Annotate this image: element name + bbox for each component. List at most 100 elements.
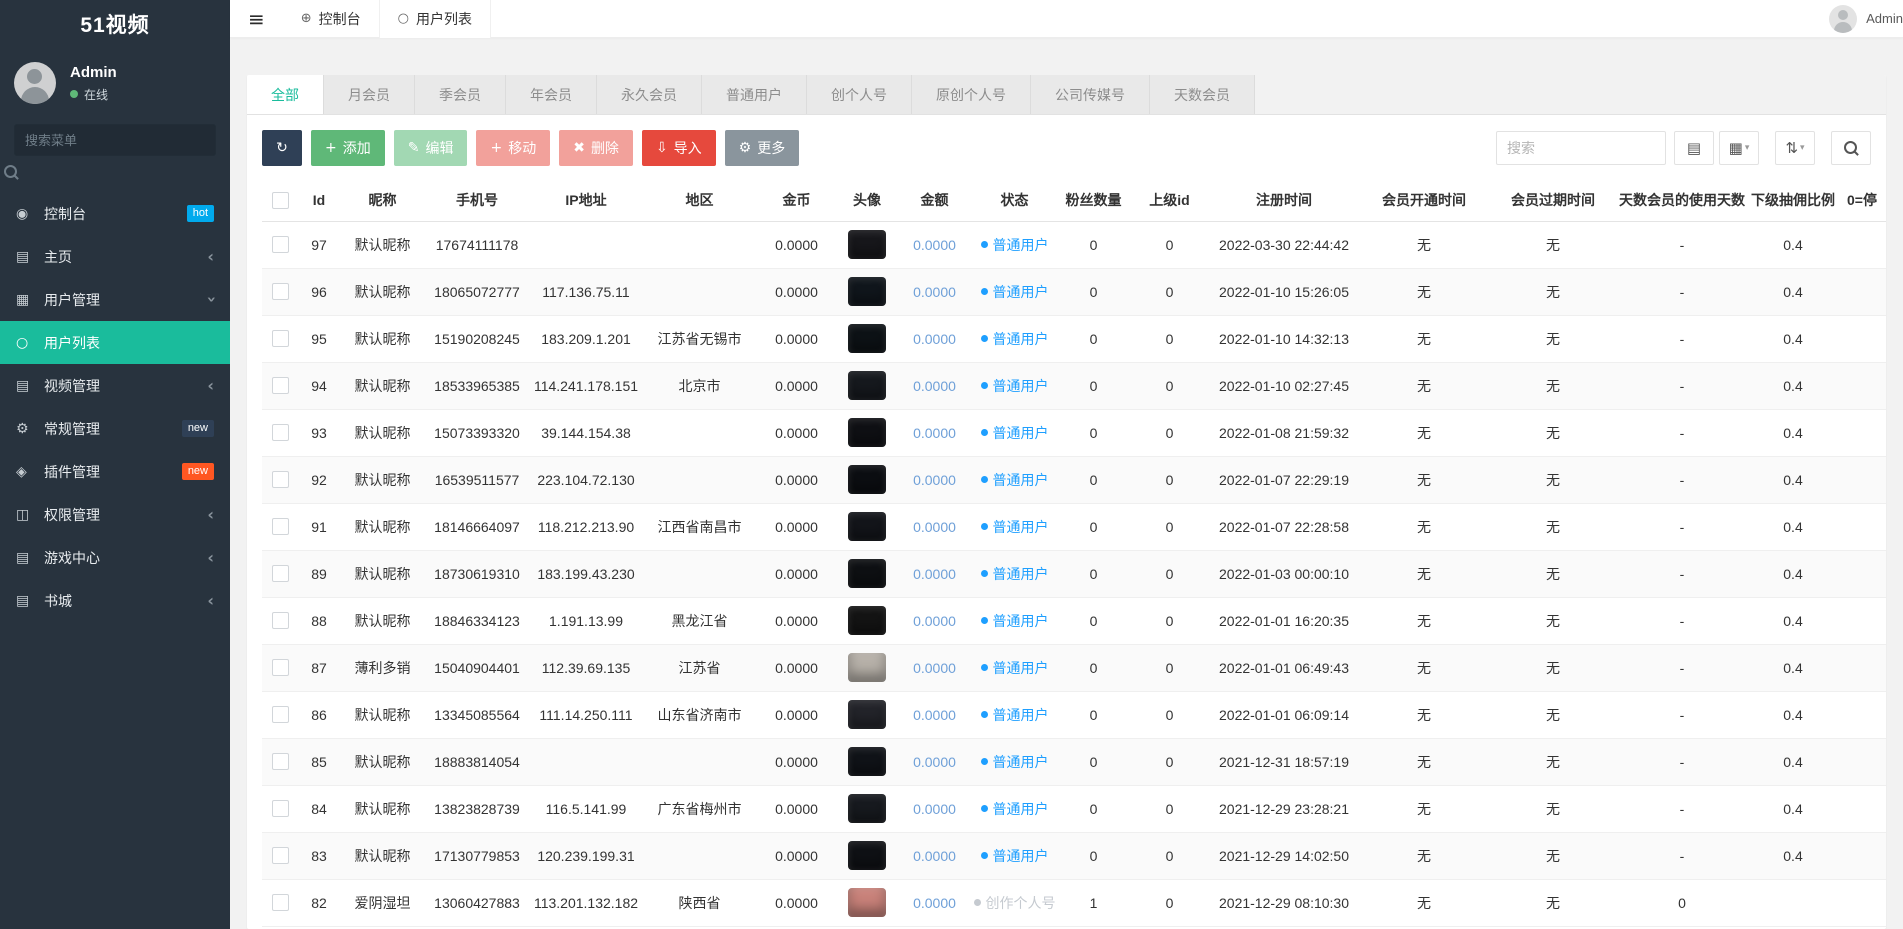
search-button[interactable]	[1831, 131, 1871, 165]
parent_id-cell: 0	[1130, 597, 1209, 644]
filter-tab-5[interactable]: 永久会员	[597, 75, 702, 114]
coin-cell: 0.0000	[756, 268, 837, 315]
import-button[interactable]: ⇩导入	[642, 130, 716, 166]
row-checkbox[interactable]	[272, 471, 289, 488]
status-dot-icon	[981, 664, 988, 671]
edit-button[interactable]: ✎编辑	[394, 130, 468, 166]
view-list-button[interactable]: ▤	[1674, 131, 1714, 165]
row-checkbox[interactable]	[272, 518, 289, 535]
amount-link[interactable]: 0.0000	[913, 425, 956, 441]
app-logo: 51视频	[0, 0, 230, 52]
more-button[interactable]: ⚙更多	[725, 130, 800, 166]
sidebar-item-console[interactable]: ◉控制台hot	[0, 192, 230, 235]
filter-tab-4[interactable]: 年会员	[506, 75, 597, 114]
row-checkbox[interactable]	[272, 800, 289, 817]
amount-link[interactable]: 0.0000	[913, 237, 956, 253]
row-checkbox[interactable]	[272, 330, 289, 347]
menu-toggle-icon[interactable]: ≡	[230, 7, 283, 31]
row-checkbox[interactable]	[272, 424, 289, 441]
row-checkbox[interactable]	[272, 894, 289, 911]
phone-cell: 13060427883	[425, 879, 529, 926]
amount-link[interactable]: 0.0000	[913, 519, 956, 535]
fans-cell: 1	[1057, 879, 1130, 926]
ip-cell	[529, 738, 643, 785]
vip_open-cell: 无	[1359, 785, 1489, 832]
checkbox-cell	[262, 315, 298, 362]
amount-link[interactable]: 0.0000	[913, 895, 956, 911]
ratio-cell: 0.4	[1747, 362, 1839, 409]
table-search-input[interactable]	[1496, 131, 1666, 165]
row-checkbox[interactable]	[272, 565, 289, 582]
online-status-label: 在线	[84, 86, 108, 103]
amount-link[interactable]: 0.0000	[913, 613, 956, 629]
sidebar-item-user-mgmt[interactable]: ▦用户管理‹	[0, 278, 230, 321]
delete-button[interactable]: ✖删除	[559, 130, 633, 166]
topbar-avatar[interactable]	[1829, 5, 1857, 33]
status-cell: 普通用户	[972, 409, 1057, 456]
amount-link[interactable]: 0.0000	[913, 284, 956, 300]
amount-link[interactable]: 0.0000	[913, 848, 956, 864]
reg_time-cell: 2021-12-31 18:57:19	[1209, 738, 1359, 785]
toolbar: ↻+添加✎编辑+移动✖删除⇩导入⚙更多 ▤▦▾ ⇅▾	[247, 115, 1886, 179]
amount-link[interactable]: 0.0000	[913, 566, 956, 582]
reg_time-cell: 2021-12-29 14:02:50	[1209, 832, 1359, 879]
row-checkbox[interactable]	[272, 753, 289, 770]
row-checkbox[interactable]	[272, 612, 289, 629]
sidebar-item-home[interactable]: ▤主页‹	[0, 235, 230, 278]
row-checkbox[interactable]	[272, 377, 289, 394]
status-badge: 普通用户	[981, 846, 1049, 866]
reg_time-cell: 2022-01-07 22:29:19	[1209, 456, 1359, 503]
move-button[interactable]: +移动	[476, 130, 550, 166]
top-tab-console[interactable]: ⊕控制台	[283, 0, 379, 38]
sidebar-item-book-city[interactable]: ▤书城‹	[0, 579, 230, 622]
sidebar-item-user-list[interactable]: ○用户列表	[0, 321, 230, 364]
nickname-cell: 默认昵称	[340, 691, 425, 738]
avatar-cell	[837, 268, 897, 315]
filter-tab-3[interactable]: 季会员	[415, 75, 506, 114]
sidebar-item-video-mgmt[interactable]: ▤视频管理‹	[0, 364, 230, 407]
filter-tab-2[interactable]: 月会员	[324, 75, 415, 114]
phone-cell: 16539511577	[425, 456, 529, 503]
filter-tab-7[interactable]: 创个人号	[807, 75, 912, 114]
row-checkbox[interactable]	[272, 706, 289, 723]
amount-link[interactable]: 0.0000	[913, 801, 956, 817]
view-grid-button[interactable]: ▦▾	[1719, 131, 1759, 165]
filter-tab-1[interactable]: 全部	[247, 75, 324, 114]
phone-cell: 13345085564	[425, 691, 529, 738]
sidebar-item-game-center[interactable]: ▤游戏中心‹	[0, 536, 230, 579]
filter-tab-6[interactable]: 普通用户	[702, 75, 807, 114]
menu-search-input[interactable]	[14, 124, 216, 156]
reg_time-cell: 2022-01-01 06:09:14	[1209, 691, 1359, 738]
amount-link[interactable]: 0.0000	[913, 472, 956, 488]
amount-link[interactable]: 0.0000	[913, 378, 956, 394]
row-checkbox[interactable]	[272, 283, 289, 300]
sidebar-item-plugin-mgmt[interactable]: ◈插件管理new	[0, 450, 230, 493]
top-tab-user-list[interactable]: ○用户列表	[379, 0, 491, 38]
user-avatar-image	[848, 465, 886, 494]
user-table: Id昵称手机号IP地址地区金币头像金额状态粉丝数量上级id注册时间会员开通时间会…	[262, 179, 1886, 927]
users-icon: ▦	[16, 292, 40, 308]
refresh-button[interactable]: ↻	[262, 130, 302, 166]
vip_days-cell: -	[1617, 785, 1747, 832]
avatar-cell	[837, 221, 897, 268]
phone-cell: 18533965385	[425, 362, 529, 409]
filter-tab-9[interactable]: 公司传媒号	[1031, 75, 1150, 114]
select-all-checkbox[interactable]	[272, 192, 289, 209]
add-button[interactable]: +添加	[311, 130, 385, 166]
vip_expire-cell: 无	[1489, 315, 1617, 362]
flag-cell	[1839, 221, 1886, 268]
filter-tab-8[interactable]: 原创个人号	[912, 75, 1031, 114]
sidebar-item-general-mgmt[interactable]: ⚙常规管理new	[0, 407, 230, 450]
amount-link[interactable]: 0.0000	[913, 754, 956, 770]
amount-link[interactable]: 0.0000	[913, 331, 956, 347]
avatar-cell	[837, 503, 897, 550]
sort-button[interactable]: ⇅▾	[1775, 131, 1815, 165]
sidebar-item-permission-mgmt[interactable]: ◫权限管理‹	[0, 493, 230, 536]
reg_time-cell: 2021-12-29 08:10:30	[1209, 879, 1359, 926]
row-checkbox[interactable]	[272, 236, 289, 253]
amount-link[interactable]: 0.0000	[913, 660, 956, 676]
amount-link[interactable]: 0.0000	[913, 707, 956, 723]
row-checkbox[interactable]	[272, 847, 289, 864]
filter-tab-10[interactable]: 天数会员	[1150, 75, 1255, 114]
row-checkbox[interactable]	[272, 659, 289, 676]
